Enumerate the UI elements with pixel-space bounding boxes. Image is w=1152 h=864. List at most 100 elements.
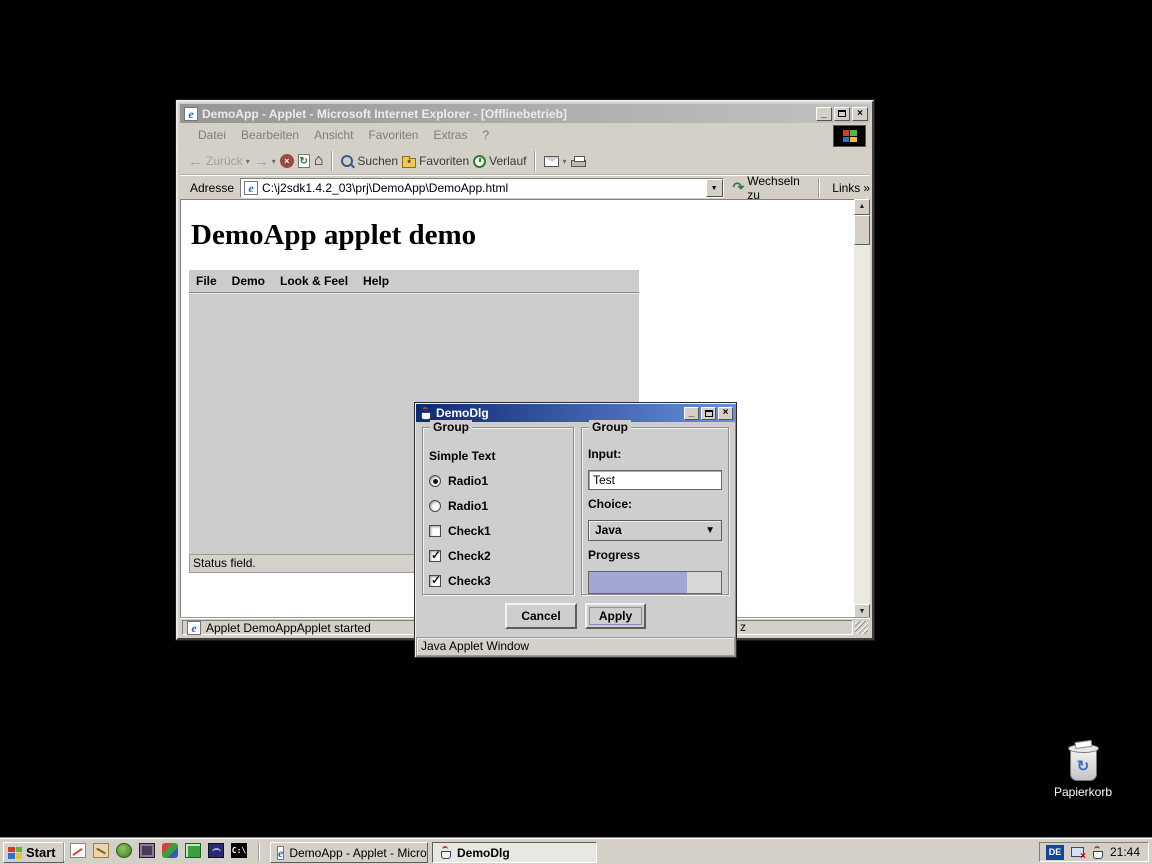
- ie-titlebar[interactable]: e DemoApp - Applet - Microsoft Internet …: [180, 104, 870, 123]
- radio-option-1[interactable]: Radio1: [429, 473, 573, 489]
- java-applet-window-banner: Java Applet Window: [416, 637, 735, 656]
- search-button[interactable]: Suchen: [341, 154, 398, 168]
- ie-menubar: Datei Bearbeiten Ansicht Favoriten Extra…: [180, 124, 870, 147]
- radio-selected-icon[interactable]: [429, 475, 441, 487]
- dialog-close-button[interactable]: ×: [718, 407, 733, 420]
- radio-unselected-icon[interactable]: [429, 500, 441, 512]
- checkbox-checked-icon[interactable]: ✓: [429, 550, 441, 562]
- address-field[interactable]: e C:\j2sdk1.4.2_03\prj\DemoApp\DemoApp.h…: [240, 178, 724, 198]
- task-label: DemoApp - Applet - Micro...: [289, 846, 428, 860]
- input-field[interactable]: [588, 470, 722, 490]
- print-button[interactable]: [571, 155, 586, 167]
- scroll-up-button[interactable]: ▲: [854, 199, 870, 215]
- menu-help[interactable]: ?: [482, 128, 489, 142]
- forward-button[interactable]: → ▾: [254, 153, 276, 170]
- address-label: Adresse: [190, 181, 234, 195]
- radio-option-2[interactable]: Radio1: [429, 498, 573, 514]
- right-group-box: Group Input: Choice: Java ▼ Progress: [581, 427, 729, 595]
- start-button[interactable]: Start: [3, 842, 64, 863]
- back-chevron-icon: ▾: [246, 157, 250, 166]
- right-group-title: Group: [589, 420, 631, 434]
- applet-menubar: File Demo Look & Feel Help: [189, 270, 639, 293]
- console-icon[interactable]: C:\: [231, 843, 247, 858]
- demodlg-window: DemoDlg _ × Group Simple Text Radio1 Rad…: [414, 402, 737, 658]
- applet-menu-file[interactable]: File: [196, 274, 217, 288]
- menu-bearbeiten[interactable]: Bearbeiten: [241, 128, 299, 142]
- checkbox-option-3[interactable]: ✓ Check3: [429, 573, 573, 589]
- forward-arrow-icon: →: [254, 153, 269, 170]
- handwriting-icon[interactable]: [93, 843, 109, 858]
- history-button[interactable]: Verlauf: [473, 154, 526, 168]
- address-value[interactable]: C:\j2sdk1.4.2_03\prj\DemoApp\DemoApp.htm…: [262, 181, 702, 195]
- recycle-bin-label: Papierkorb: [1048, 785, 1118, 799]
- network-offline-icon[interactable]: ×: [1070, 846, 1085, 859]
- ribbon-icon[interactable]: [162, 843, 178, 858]
- dialog-maximize-button[interactable]: [701, 407, 716, 420]
- refresh-button[interactable]: ↻: [298, 154, 310, 168]
- apply-button[interactable]: Apply: [585, 603, 646, 629]
- favorites-label: Favoriten: [419, 154, 469, 168]
- applet-menu-help[interactable]: Help: [363, 274, 389, 288]
- keyboard-layout-indicator[interactable]: DE: [1046, 845, 1064, 860]
- java-tray-icon[interactable]: [1091, 846, 1104, 859]
- toolbar-separator: [534, 151, 536, 171]
- mail-chevron-icon: ▾: [562, 157, 566, 166]
- refresh-icon: ↻: [298, 154, 310, 168]
- checkbox-option-2[interactable]: ✓ Check2: [429, 548, 573, 564]
- cancel-button[interactable]: Cancel: [505, 603, 577, 629]
- checkbox-unchecked-icon[interactable]: [429, 525, 441, 537]
- task-button-demodlg[interactable]: DemoDlg: [432, 842, 597, 863]
- addressbar-separator: [818, 178, 820, 198]
- stop-button[interactable]: ×: [280, 154, 294, 168]
- search-icon: [341, 155, 354, 168]
- ie-icon: e: [277, 846, 284, 860]
- back-arrow-icon: ←: [188, 153, 203, 170]
- notes-icon[interactable]: [70, 843, 86, 858]
- close-button[interactable]: ×: [852, 107, 868, 121]
- stop-icon: ×: [280, 154, 294, 168]
- recycle-bin-desktop-icon[interactable]: ↻ Papierkorb: [1048, 748, 1118, 799]
- clock[interactable]: 21:44: [1110, 845, 1140, 859]
- progress-bar-fill: [589, 572, 687, 593]
- checkbox-label: Check2: [448, 549, 491, 563]
- applet-menu-lookfeel[interactable]: Look & Feel: [280, 274, 348, 288]
- menu-extras[interactable]: Extras: [433, 128, 467, 142]
- mail-button[interactable]: ▾: [544, 156, 566, 167]
- ie-window-title: DemoApp - Applet - Microsoft Internet Ex…: [202, 107, 812, 121]
- back-button[interactable]: ← Zurück ▾: [188, 153, 250, 170]
- address-dropdown-button[interactable]: ▼: [706, 179, 723, 197]
- menu-favoriten[interactable]: Favoriten: [368, 128, 418, 142]
- statusbar-right-pane: z: [736, 620, 853, 635]
- task-button-demoapp[interactable]: e DemoApp - Applet - Micro...: [270, 842, 428, 863]
- simple-text-label: Simple Text: [429, 448, 573, 464]
- resize-grip[interactable]: [855, 621, 868, 634]
- bug-icon[interactable]: [116, 843, 132, 858]
- menu-ansicht[interactable]: Ansicht: [314, 128, 353, 142]
- scrollbar-thumb[interactable]: [854, 215, 870, 245]
- combobox-arrow-icon: ▼: [705, 525, 715, 536]
- checkbox-label: Check1: [448, 524, 491, 538]
- dialog-button-row: Cancel Apply: [415, 603, 736, 629]
- page-title: DemoApp applet demo: [191, 219, 870, 252]
- home-icon: ⌂: [314, 154, 324, 168]
- favorites-button[interactable]: * Favoriten: [402, 154, 469, 168]
- taskbar: Start C:\ e DemoApp - Applet - Micro... …: [0, 838, 1152, 864]
- maximize-button[interactable]: [834, 107, 850, 121]
- java-cup-icon: [419, 407, 432, 420]
- monitor-icon[interactable]: [185, 843, 201, 858]
- home-button[interactable]: ⌂: [314, 154, 324, 168]
- dialog-minimize-button[interactable]: _: [684, 407, 699, 420]
- minimize-button[interactable]: _: [816, 107, 832, 121]
- checkbox-option-1[interactable]: Check1: [429, 523, 573, 539]
- menu-datei[interactable]: Datei: [198, 128, 226, 142]
- links-button[interactable]: Links »: [832, 181, 870, 195]
- go-arrow-icon: ↷: [733, 179, 745, 196]
- book-icon[interactable]: [139, 843, 155, 858]
- checkbox-checked-icon[interactable]: ✓: [429, 575, 441, 587]
- choice-combobox[interactable]: Java ▼: [588, 520, 722, 541]
- go-button[interactable]: ↷ Wechseln zu: [733, 174, 815, 202]
- toolbar-separator: [331, 151, 333, 171]
- applet-menu-demo[interactable]: Demo: [232, 274, 265, 288]
- ie-icon: e: [184, 107, 198, 121]
- swirl-icon[interactable]: [208, 843, 224, 858]
